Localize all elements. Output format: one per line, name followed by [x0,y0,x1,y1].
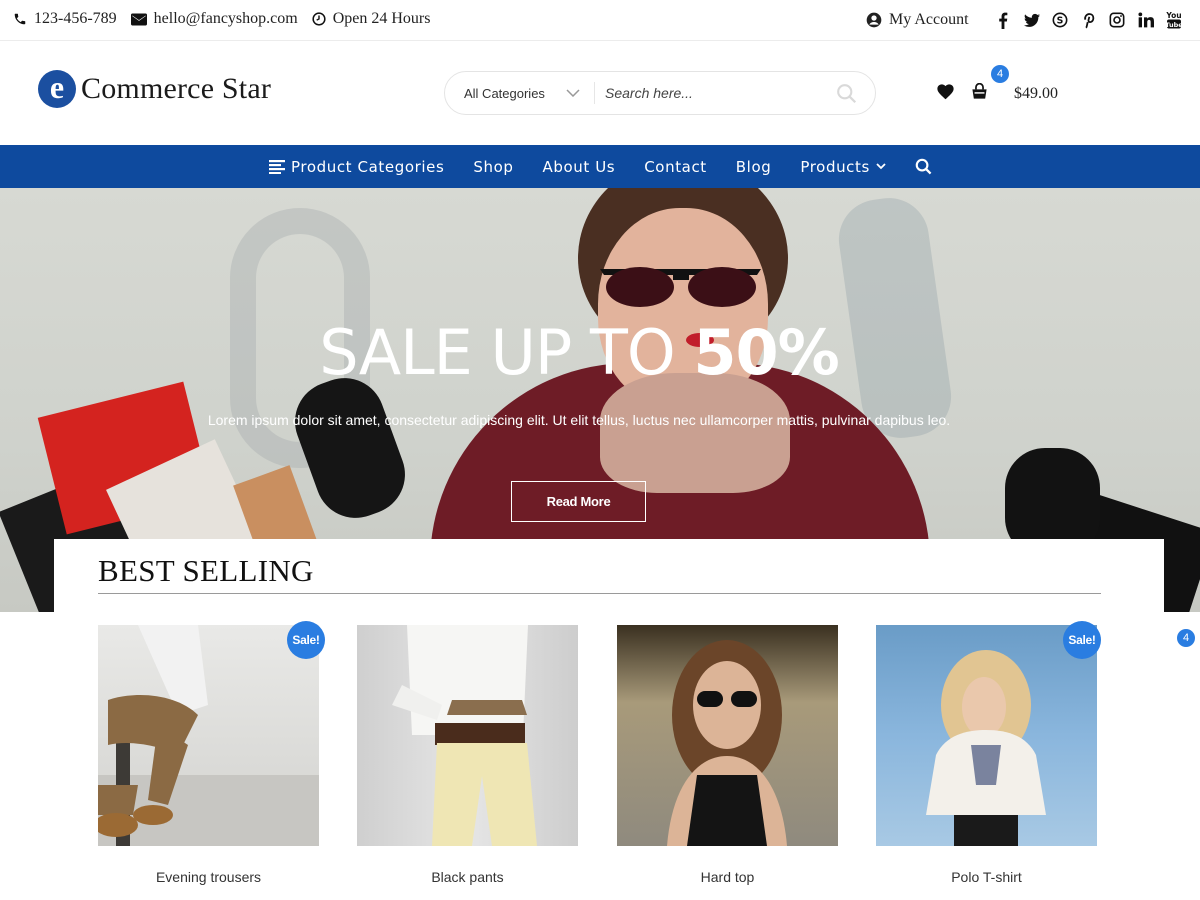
search-input[interactable] [605,85,835,101]
envelope-icon [130,13,147,25]
user-circle-icon [866,12,882,28]
product-image[interactable] [98,625,319,846]
product-card[interactable]: Black pants [357,625,578,885]
floating-cart-badge[interactable]: 4 [1177,629,1195,647]
hero-title-bold: 50% [693,316,839,389]
nav-item-blog[interactable]: Blog [736,158,772,176]
section-divider [98,593,1101,594]
logo-text: Commerce Star [81,72,272,105]
product-card[interactable]: Sale! Evening trousers [98,621,325,885]
clock-icon [312,12,326,26]
product-name[interactable]: Hard top [617,869,838,885]
cart-count-badge: 4 [991,65,1009,83]
hero-title: SALE UP TO 50% [0,316,1158,389]
phone-icon [14,13,26,25]
hero-model-scarf [600,373,790,493]
product-photo-shirt [926,650,1046,846]
main-navigation: Product Categories Shop About Us Contact… [0,145,1200,188]
product-name[interactable]: Black pants [357,869,578,885]
search-icon [915,158,932,175]
my-account-label: My Account [889,11,969,28]
sale-badge: Sale! [287,621,325,659]
wishlist-button[interactable] [936,83,955,105]
product-name[interactable]: Evening trousers [98,869,319,885]
hours-item: Open 24 Hours [312,10,431,28]
read-more-button[interactable]: Read More [511,481,646,522]
pinterest-icon[interactable] [1081,10,1097,30]
linkedin-icon[interactable] [1137,10,1154,30]
product-image[interactable] [357,625,578,846]
nav-item-label: Contact [644,157,707,176]
best-selling-section: BEST SELLING Sale! Evening trousers Blac… [54,539,1164,900]
product-photo-pants [392,625,537,846]
nav-item-product-categories[interactable]: Product Categories [269,158,444,176]
shopping-bag-icon [972,82,987,99]
facebook-icon[interactable] [995,10,1011,30]
nav-item-label: Products [800,157,870,176]
product-name[interactable]: Polo T-shirt [876,869,1097,885]
nav-item-label: Blog [735,157,772,176]
email-item[interactable]: hello@fancyshop.com [130,10,298,28]
product-image[interactable] [617,625,838,846]
product-photo-trousers [98,625,319,846]
sale-badge: Sale! [1063,621,1101,659]
menu-lines-icon [269,159,285,174]
top-bar: 123-456-789 hello@fancyshop.com Open 24 … [0,0,1200,41]
twitter-icon[interactable] [1023,10,1040,30]
site-header: e Commerce Star All Categories 4 $49.00 [0,41,1200,145]
category-select-value: All Categories [464,85,545,101]
nav-item-about-us[interactable]: About Us [543,158,616,176]
nav-search-button[interactable] [915,158,938,175]
site-logo[interactable]: e Commerce Star [38,70,271,108]
sunglasses-graphic [600,267,761,307]
svg-text:You: You [1166,11,1182,20]
nav-item-shop[interactable]: Shop [473,158,513,176]
nav-item-products[interactable]: Products [800,158,886,176]
chevron-down-icon [876,163,886,170]
skype-icon[interactable]: S [1052,10,1068,30]
header-actions: 4 $49.00 [936,65,1058,105]
svg-text:Tube: Tube [1166,21,1182,29]
nav-item-contact[interactable]: Contact [644,158,707,176]
phone-item[interactable]: 123-456-789 [13,10,117,28]
search-button[interactable] [836,83,857,109]
cart-total[interactable]: $49.00 [1014,85,1058,103]
section-heading: BEST SELLING [98,553,314,588]
youtube-icon[interactable]: You Tube [1166,10,1182,30]
social-links: S You Tube [995,10,1195,30]
contact-info: 123-456-789 hello@fancyshop.com Open 24 … [13,10,444,28]
my-account-link[interactable]: My Account [866,11,969,29]
chevron-down-icon [566,89,580,97]
email-text: hello@fancyshop.com [153,10,298,27]
instagram-icon[interactable] [1109,10,1125,30]
phone-text: 123-456-789 [34,10,117,27]
hero-subtitle: Lorem ipsum dolor sit amet, consectetur … [207,412,951,428]
heart-icon [937,84,954,100]
product-photo-top [667,640,787,846]
cart-button[interactable]: 4 [971,65,1009,105]
nav-menu: Product Categories Shop About Us Contact… [269,145,967,188]
hours-text: Open 24 Hours [332,10,431,27]
search-icon [837,84,857,104]
product-card[interactable]: Hard top [617,625,838,885]
logo-mark: e [38,70,76,108]
nav-item-label: Shop [473,157,514,176]
category-select[interactable]: All Categories [445,82,595,104]
product-image[interactable] [876,625,1097,846]
svg-text:S: S [1057,15,1064,26]
nav-item-label: About Us [542,157,616,176]
search-bar: All Categories [444,71,876,115]
nav-item-label: Product Categories [291,157,445,176]
hero-title-light: SALE UP TO [319,316,694,389]
product-card[interactable]: Sale! Polo T-shirt [876,621,1101,885]
